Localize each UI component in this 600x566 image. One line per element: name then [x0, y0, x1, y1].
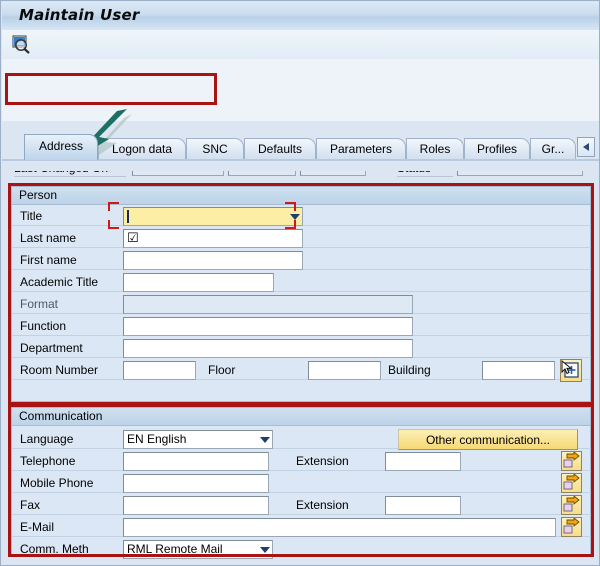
telephone-detail-arrow-icon[interactable] [561, 451, 582, 471]
sap-maintain-user-window: Maintain User User Last Changed On Statu… [0, 0, 600, 566]
fax-extension-input[interactable] [385, 496, 461, 515]
building-input[interactable] [482, 361, 555, 380]
fax-detail-arrow-icon[interactable] [561, 495, 582, 515]
window-title-bar: Maintain User [2, 2, 599, 31]
last-name-input[interactable]: ☑ [123, 229, 303, 248]
function-input[interactable] [123, 317, 413, 336]
room-number-input[interactable] [123, 361, 196, 380]
last-name-value: ☑ [127, 231, 139, 246]
tab-address[interactable]: Address [24, 134, 98, 160]
tab-defaults[interactable]: Defaults [244, 138, 316, 160]
telephone-label: Telephone [20, 454, 75, 468]
comm-method-dropdown[interactable]: RML Remote Mail [123, 540, 273, 559]
email-input[interactable] [123, 518, 556, 537]
floor-input[interactable] [308, 361, 381, 380]
tab-profiles[interactable]: Profiles [464, 138, 530, 160]
mobile-phone-input[interactable] [123, 474, 269, 493]
email-detail-arrow-icon[interactable] [561, 517, 582, 537]
last-name-label: Last name [20, 231, 76, 245]
fax-label: Fax [20, 498, 40, 512]
tab-groups[interactable]: Gr... [530, 138, 576, 160]
fax-input[interactable] [123, 496, 269, 515]
language-value: EN English [127, 432, 186, 446]
format-label: Format [20, 297, 58, 311]
tab-strip: Address Logon data SNC Defaults Paramete… [2, 121, 599, 171]
academic-title-input[interactable] [123, 273, 274, 292]
person-group: Person Title Last name ☑ First name Acad… [11, 186, 591, 402]
user-header-area: User Last Changed On Status [2, 59, 599, 122]
tab-roles[interactable]: Roles [406, 138, 464, 160]
title-dropdown[interactable] [123, 207, 303, 226]
floor-label: Floor [208, 363, 235, 377]
department-label: Department [20, 341, 83, 355]
magnifier-icon[interactable] [10, 33, 32, 55]
chevron-down-icon [290, 214, 300, 220]
page-title: Maintain User [19, 6, 139, 24]
department-input[interactable] [123, 339, 413, 358]
title-label: Title [20, 209, 42, 223]
search-help-icon[interactable] [560, 359, 582, 382]
communication-group: Communication Language EN English Other … [11, 407, 591, 557]
email-label: E-Mail [20, 520, 54, 534]
comm-method-label: Comm. Meth [20, 542, 89, 556]
comm-method-value: RML Remote Mail [127, 542, 223, 556]
chevron-down-icon [260, 437, 270, 443]
tab-logon-data[interactable]: Logon data [98, 138, 186, 160]
other-communication-button[interactable]: Other communication... [398, 429, 578, 450]
mobile-detail-arrow-icon[interactable] [561, 473, 582, 493]
room-number-label: Room Number [20, 363, 98, 377]
academic-title-label: Academic Title [20, 275, 98, 289]
first-name-label: First name [20, 253, 77, 267]
chevron-left-icon [583, 143, 589, 151]
language-label: Language [20, 432, 73, 446]
fax-extension-label: Extension [296, 498, 349, 512]
tab-scroll-left-button[interactable] [577, 137, 595, 157]
communication-group-title: Communication [12, 408, 590, 426]
format-input [123, 295, 413, 314]
text-caret [127, 210, 129, 223]
first-name-input[interactable] [123, 251, 303, 270]
chevron-down-icon [260, 547, 270, 553]
telephone-extension-label: Extension [296, 454, 349, 468]
language-dropdown[interactable]: EN English [123, 430, 273, 449]
building-label: Building [388, 363, 431, 377]
tab-parameters[interactable]: Parameters [316, 138, 406, 160]
application-toolbar [2, 30, 599, 60]
mobile-phone-label: Mobile Phone [20, 476, 93, 490]
function-label: Function [20, 319, 66, 333]
tab-snc[interactable]: SNC [186, 138, 244, 160]
telephone-extension-input[interactable] [385, 452, 461, 471]
person-group-title: Person [12, 187, 590, 205]
telephone-input[interactable] [123, 452, 269, 471]
